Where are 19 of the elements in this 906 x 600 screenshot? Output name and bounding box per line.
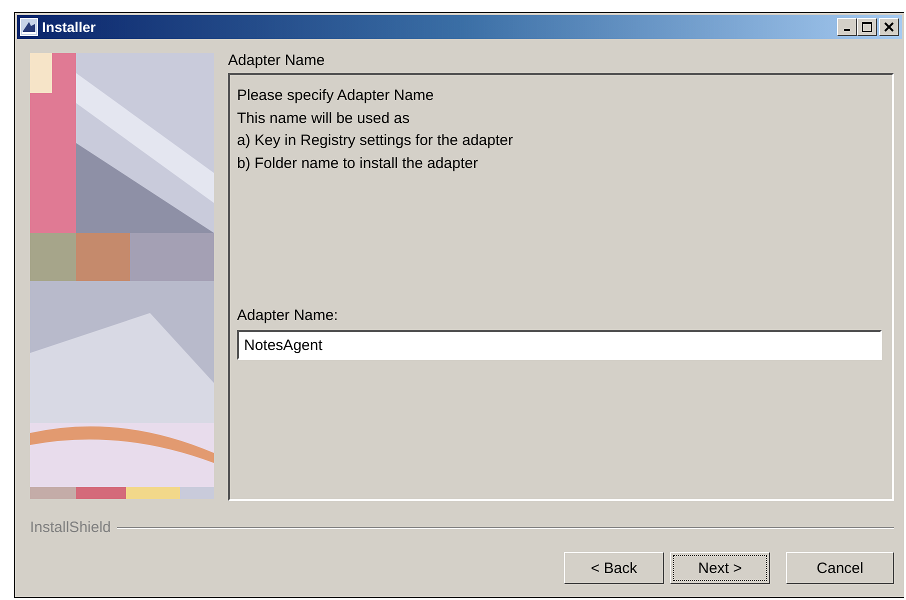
close-icon: [884, 22, 894, 32]
dialog-button[interactable]: Next >: [670, 552, 770, 584]
description-line: This name will be used as: [237, 108, 411, 128]
dialog-button[interactable]: < Back: [564, 552, 664, 584]
maximize-icon: [862, 22, 872, 32]
description-line: Please specify Adapter Name: [237, 86, 435, 106]
window-title: Installer: [42, 19, 97, 35]
adapter-name-field[interactable]: NotesAgent: [237, 330, 882, 360]
maximize-button[interactable]: [857, 18, 877, 36]
close-button[interactable]: [879, 18, 899, 36]
section-title: Adapter Name: [228, 53, 326, 71]
brand-label: InstallShield: [30, 519, 111, 536]
description-line: a) Key in Registry settings for the adapter: [237, 131, 514, 151]
minimize-button[interactable]: [837, 18, 857, 36]
installer-icon: [20, 18, 38, 36]
field-label: Adapter Name:: [237, 307, 339, 324]
minimize-icon: [844, 29, 850, 31]
description-line: b) Folder name to install the adapter: [237, 154, 479, 174]
dialog-button[interactable]: Cancel: [786, 552, 894, 584]
